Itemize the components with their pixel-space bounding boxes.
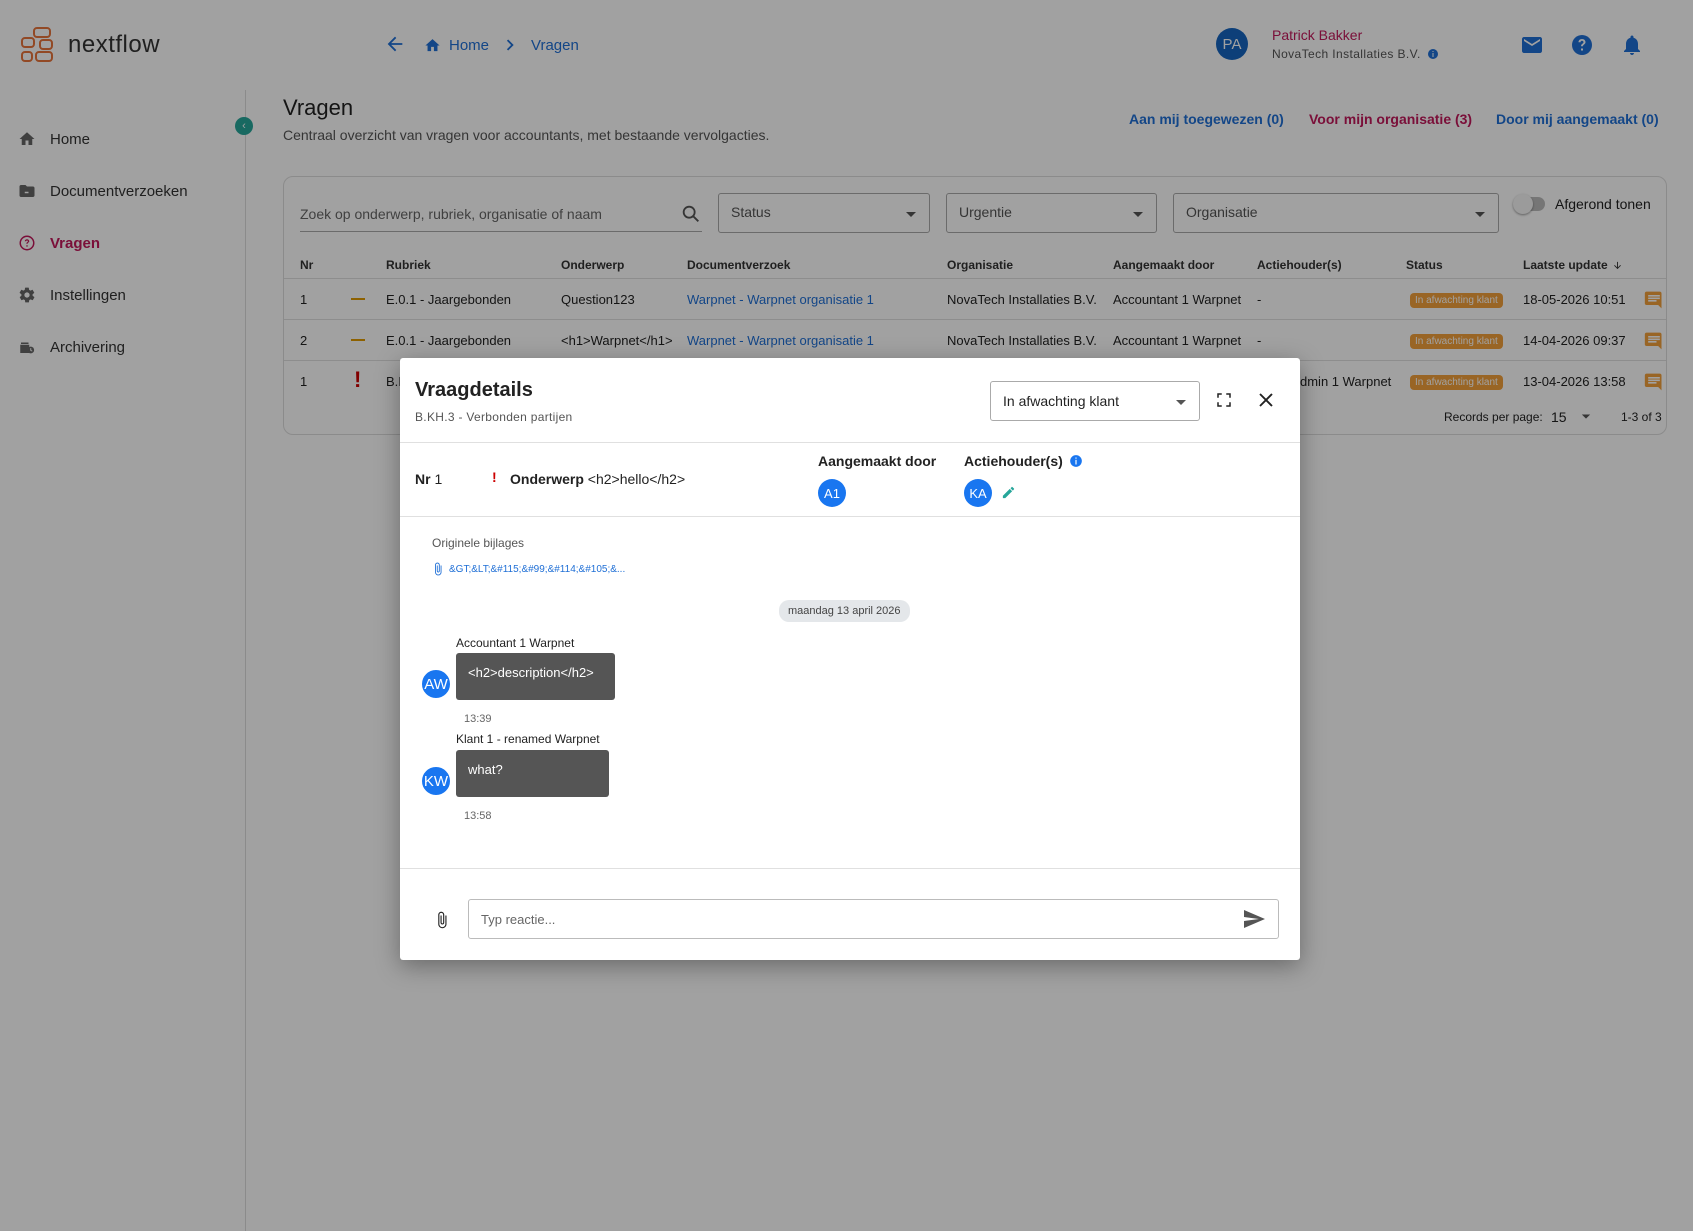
priority-high-icon: ! xyxy=(492,469,497,485)
attachment-link[interactable]: &GT;&LT;&#115;&#99;&#114;&#105;&... xyxy=(431,561,625,577)
paperclip-icon xyxy=(435,562,442,576)
attachments-label: Originele bijlages xyxy=(432,536,525,550)
attach-file-icon[interactable] xyxy=(433,908,451,932)
reply-input[interactable] xyxy=(481,911,1181,927)
dialog-subject: Onderwerp <h2>hello</h2> xyxy=(510,471,685,487)
dialog-status-select[interactable]: In afwachting klant xyxy=(990,381,1200,421)
edit-pencil-icon[interactable] xyxy=(1001,485,1016,500)
dialog-nr: Nr 1 xyxy=(415,471,442,487)
message-time: 13:39 xyxy=(464,713,492,725)
attachment-name: &GT;&LT;&#115;&#99;&#114;&#105;&... xyxy=(449,563,626,575)
reply-field[interactable] xyxy=(468,899,1279,939)
date-separator: maandag 13 april 2026 xyxy=(779,600,910,622)
divider xyxy=(400,868,1300,869)
message-time: 13:58 xyxy=(464,810,492,822)
dialog-title: Vraagdetails xyxy=(415,379,533,401)
dialog-subtitle: B.KH.3 - Verbonden partijen xyxy=(415,410,573,424)
created-by-avatar[interactable]: A1 xyxy=(818,479,846,507)
action-holder-avatar[interactable]: KA xyxy=(964,479,992,507)
dialog-nr-label: Nr xyxy=(415,471,431,487)
action-holders-label: Actiehouder(s) xyxy=(964,453,1063,469)
question-details-dialog: Vraagdetails B.KH.3 - Verbonden partijen… xyxy=(400,358,1300,960)
close-icon[interactable] xyxy=(1257,391,1275,409)
action-holders-header: Actiehouder(s) xyxy=(964,453,1083,469)
dialog-nr-value: 1 xyxy=(434,471,443,487)
dialog-status-value: In afwachting klant xyxy=(1003,393,1119,409)
fullscreen-icon[interactable] xyxy=(1215,391,1233,409)
message-avatar: KW xyxy=(420,765,452,797)
message-bubble: <h2>description</h2> xyxy=(456,653,615,700)
message-author: Accountant 1 Warpnet xyxy=(456,636,575,650)
message-bubble: what? xyxy=(456,750,609,797)
dropdown-arrow-icon xyxy=(1176,400,1186,405)
dialog-subject-value: <h2>hello</h2> xyxy=(587,471,686,487)
message-avatar: AW xyxy=(420,668,452,700)
send-icon[interactable] xyxy=(1242,907,1266,931)
info-icon[interactable] xyxy=(1069,454,1083,468)
created-by-label: Aangemaakt door xyxy=(818,453,937,469)
message-author: Klant 1 - renamed Warpnet xyxy=(456,732,600,746)
divider xyxy=(400,516,1300,517)
divider xyxy=(400,442,1300,443)
dialog-subject-label: Onderwerp xyxy=(510,471,584,487)
